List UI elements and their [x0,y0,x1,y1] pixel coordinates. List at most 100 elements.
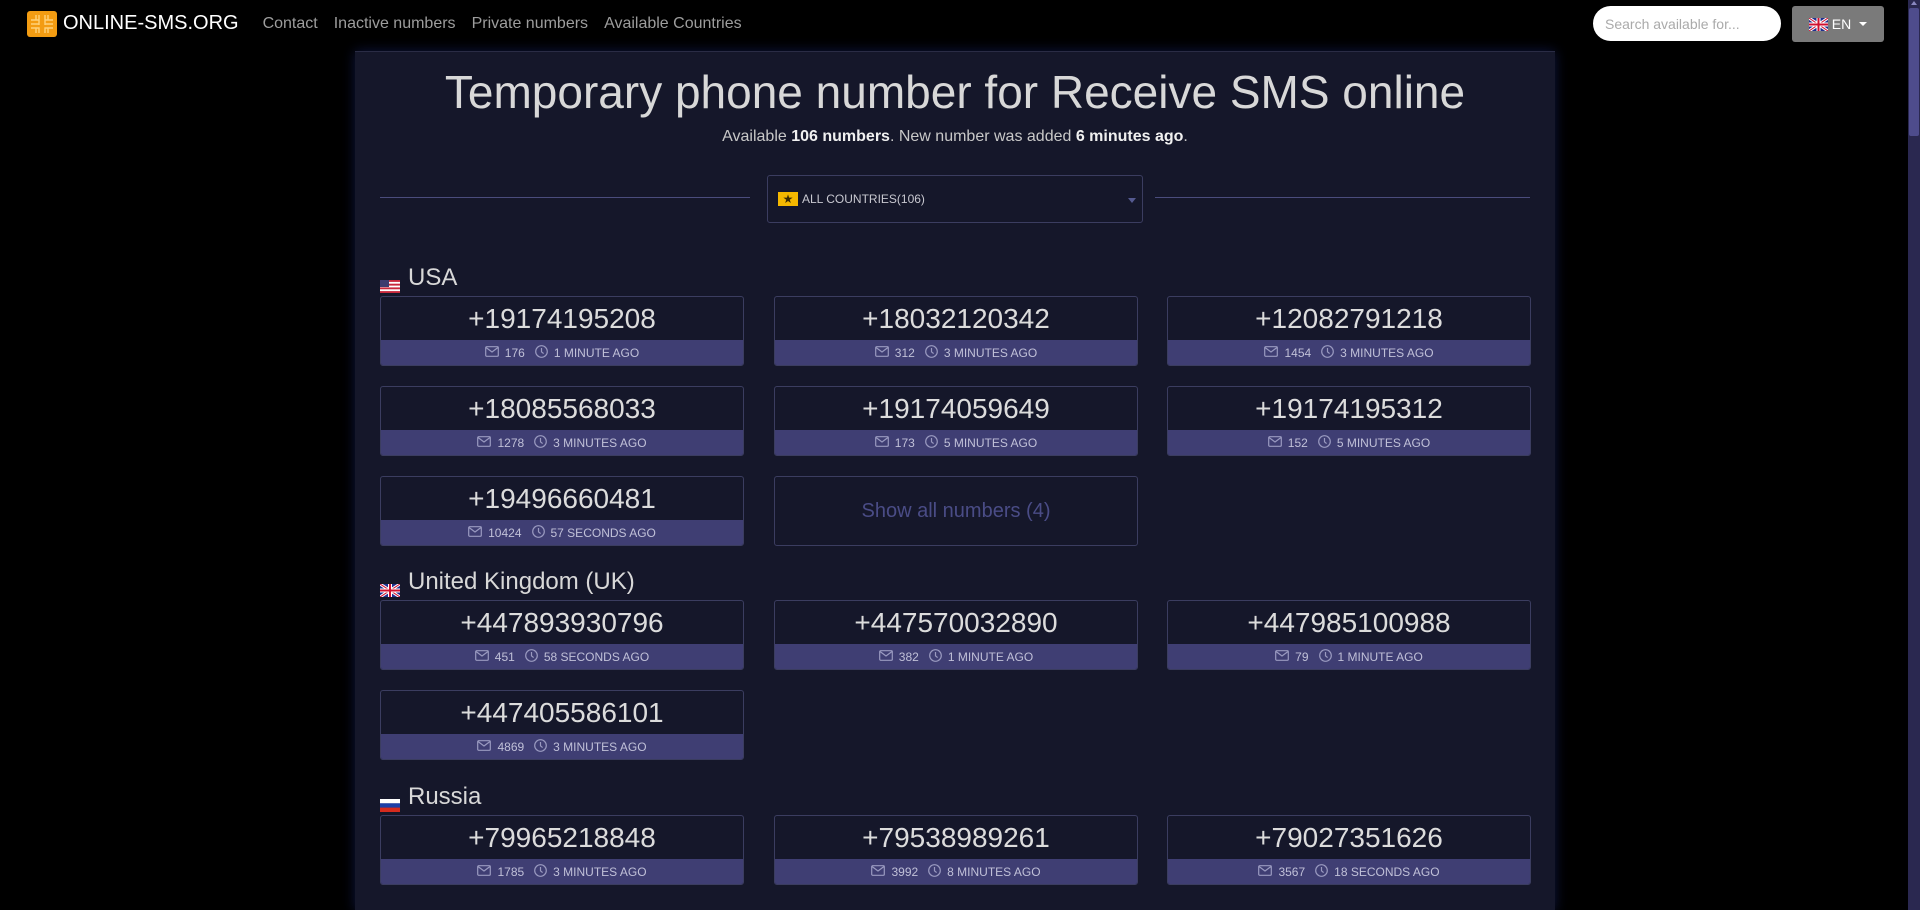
clock-icon [534,344,548,361]
last-sms-time: 3 MINUTES AGO [943,345,1038,360]
page-title: Temporary phone number for Receive SMS o… [444,66,1466,118]
scroll-up-arrow-icon[interactable] [1911,1,1917,5]
country-name: USA [408,264,458,291]
last-sms-time: 3 MINUTES AGO [553,739,647,754]
last-sms-time: 3 MINUTES AGO [553,435,647,450]
clock-icon [928,863,942,880]
phone-number-card[interactable]: +19174195208 176 1 MINUTE AGO [380,296,744,366]
show-all-numbers-button[interactable]: Show all numbers (4) [774,476,1138,546]
uk-flag-icon [1807,16,1829,32]
language-dropdown[interactable]: EN [1792,6,1884,42]
card-meta: 3992 8 MINUTES AGO [775,859,1137,884]
phone-number: +19496660481 [468,482,656,514]
country-heading: United Kingdom (UK) [379,568,635,598]
phone-number-card[interactable]: +447985100988 79 1 MINUTE AGO [1167,600,1531,670]
summary-prefix: Available [722,128,792,145]
brand-link[interactable]: ONLINE-SMS.ORG [27,10,239,37]
search-input[interactable] [1593,6,1781,41]
phone-number-card[interactable]: +447893930796 451 58 SECONDS AGO [380,600,744,670]
card-meta: 173 5 MINUTES AGO [775,430,1137,455]
last-sms-time: 57 SECONDS AGO [550,525,656,540]
phone-number-card[interactable]: +19496660481 10424 57 SECONDS AGO [380,476,744,546]
last-added-time: 6 minutes ago [1075,128,1184,145]
envelope-icon [477,864,492,879]
phone-number-card[interactable]: +19174059649 173 5 MINUTES AGO [774,386,1138,456]
last-sms-time: 1 MINUTE AGO [1337,649,1423,664]
phone-number-card[interactable]: +79965218848 1785 3 MINUTES AGO [380,815,744,885]
all-countries-star-icon: ★ [778,192,798,206]
card-meta: 79 1 MINUTE AGO [1168,644,1530,669]
phone-number: +18032120342 [862,302,1050,334]
phone-number-card[interactable]: +447570032890 382 1 MINUTE AGO [774,600,1138,670]
clock-icon [1318,648,1332,665]
phone-number-card[interactable]: +12082791218 1454 3 MINUTES AGO [1167,296,1531,366]
sms-count: 3992 [891,864,919,879]
envelope-icon [1258,864,1273,879]
phone-number-card[interactable]: +79027351626 3567 18 SECONDS AGO [1167,815,1531,885]
sms-count: 3567 [1278,864,1306,879]
clock-icon [1317,434,1331,451]
clock-icon [531,524,545,541]
scrollbar-thumb[interactable] [1909,8,1919,136]
country-filter-select[interactable]: ★ ALL COUNTRIES(106) [767,175,1143,223]
phone-number-card[interactable]: +447405586101 4869 3 MINUTES AGO [380,690,744,760]
last-sms-time: 3 MINUTES AGO [553,864,647,879]
clock-icon [1315,863,1329,880]
sms-count: 1454 [1284,345,1312,360]
card-meta: 4869 3 MINUTES AGO [381,734,743,759]
clock-icon [928,648,942,665]
clock-icon [924,434,938,451]
country-filter-value: ALL COUNTRIES(106) [802,192,925,206]
sms-count: 1278 [497,435,525,450]
phone-number-card[interactable]: +18085568033 1278 3 MINUTES AGO [380,386,744,456]
availability-summary: Available 106 numbers. New number was ad… [355,128,1555,146]
last-sms-time: 5 MINUTES AGO [943,435,1038,450]
phone-number: +447570032890 [854,606,1058,638]
clock-icon [1321,344,1335,361]
nav-link-inactive-numbers[interactable]: Inactive numbers [334,15,456,33]
divider-right [1155,197,1530,198]
last-sms-time: 8 MINUTES AGO [947,864,1041,879]
envelope-icon [1267,435,1282,450]
sim-chip-logo-icon [27,10,57,37]
phone-number-card[interactable]: +19174195312 152 5 MINUTES AGO [1167,386,1531,456]
sms-count: 4869 [497,739,525,754]
phone-number: +12082791218 [1255,302,1443,334]
clock-icon [534,738,548,755]
phone-number-card[interactable]: +79538989261 3992 8 MINUTES AGO [774,815,1138,885]
envelope-icon [477,739,492,754]
phone-number: +18085568033 [468,392,656,424]
envelope-icon [484,345,499,360]
envelope-icon [1275,649,1290,664]
envelope-icon [871,864,886,879]
nav-link-private-numbers[interactable]: Private numbers [472,15,589,33]
phone-number: +19174195312 [1255,392,1443,424]
sms-count: 173 [894,435,915,450]
clock-icon [534,434,548,451]
divider-left [380,197,750,198]
sms-count: 79 [1295,649,1309,664]
envelope-icon [468,525,483,540]
sms-count: 1785 [497,864,525,879]
country-name: United Kingdom (UK) [408,568,635,595]
phone-number: +19174195208 [468,302,656,334]
page-scrollbar[interactable] [1908,0,1920,910]
phone-number-card[interactable]: +18032120342 312 3 MINUTES AGO [774,296,1138,366]
nav-links: Contact Inactive numbers Private numbers… [263,15,758,33]
envelope-icon [477,435,492,450]
last-sms-time: 5 MINUTES AGO [1336,435,1431,450]
card-meta: 176 1 MINUTE AGO [381,340,743,365]
sms-count: 312 [894,345,915,360]
caret-down-icon [1859,22,1868,26]
nav-link-available-countries[interactable]: Available Countries [604,15,742,33]
phone-number: +447405586101 [460,696,664,728]
select-caret-icon [1128,198,1136,203]
card-meta: 451 58 SECONDS AGO [381,644,743,669]
envelope-icon [878,649,893,664]
country-heading: USA [380,264,458,293]
envelope-icon [474,649,489,664]
summary-middle: . New number was added [889,128,1076,145]
card-meta: 312 3 MINUTES AGO [775,340,1137,365]
card-meta: 1785 3 MINUTES AGO [381,859,743,884]
nav-link-contact[interactable]: Contact [263,15,318,33]
